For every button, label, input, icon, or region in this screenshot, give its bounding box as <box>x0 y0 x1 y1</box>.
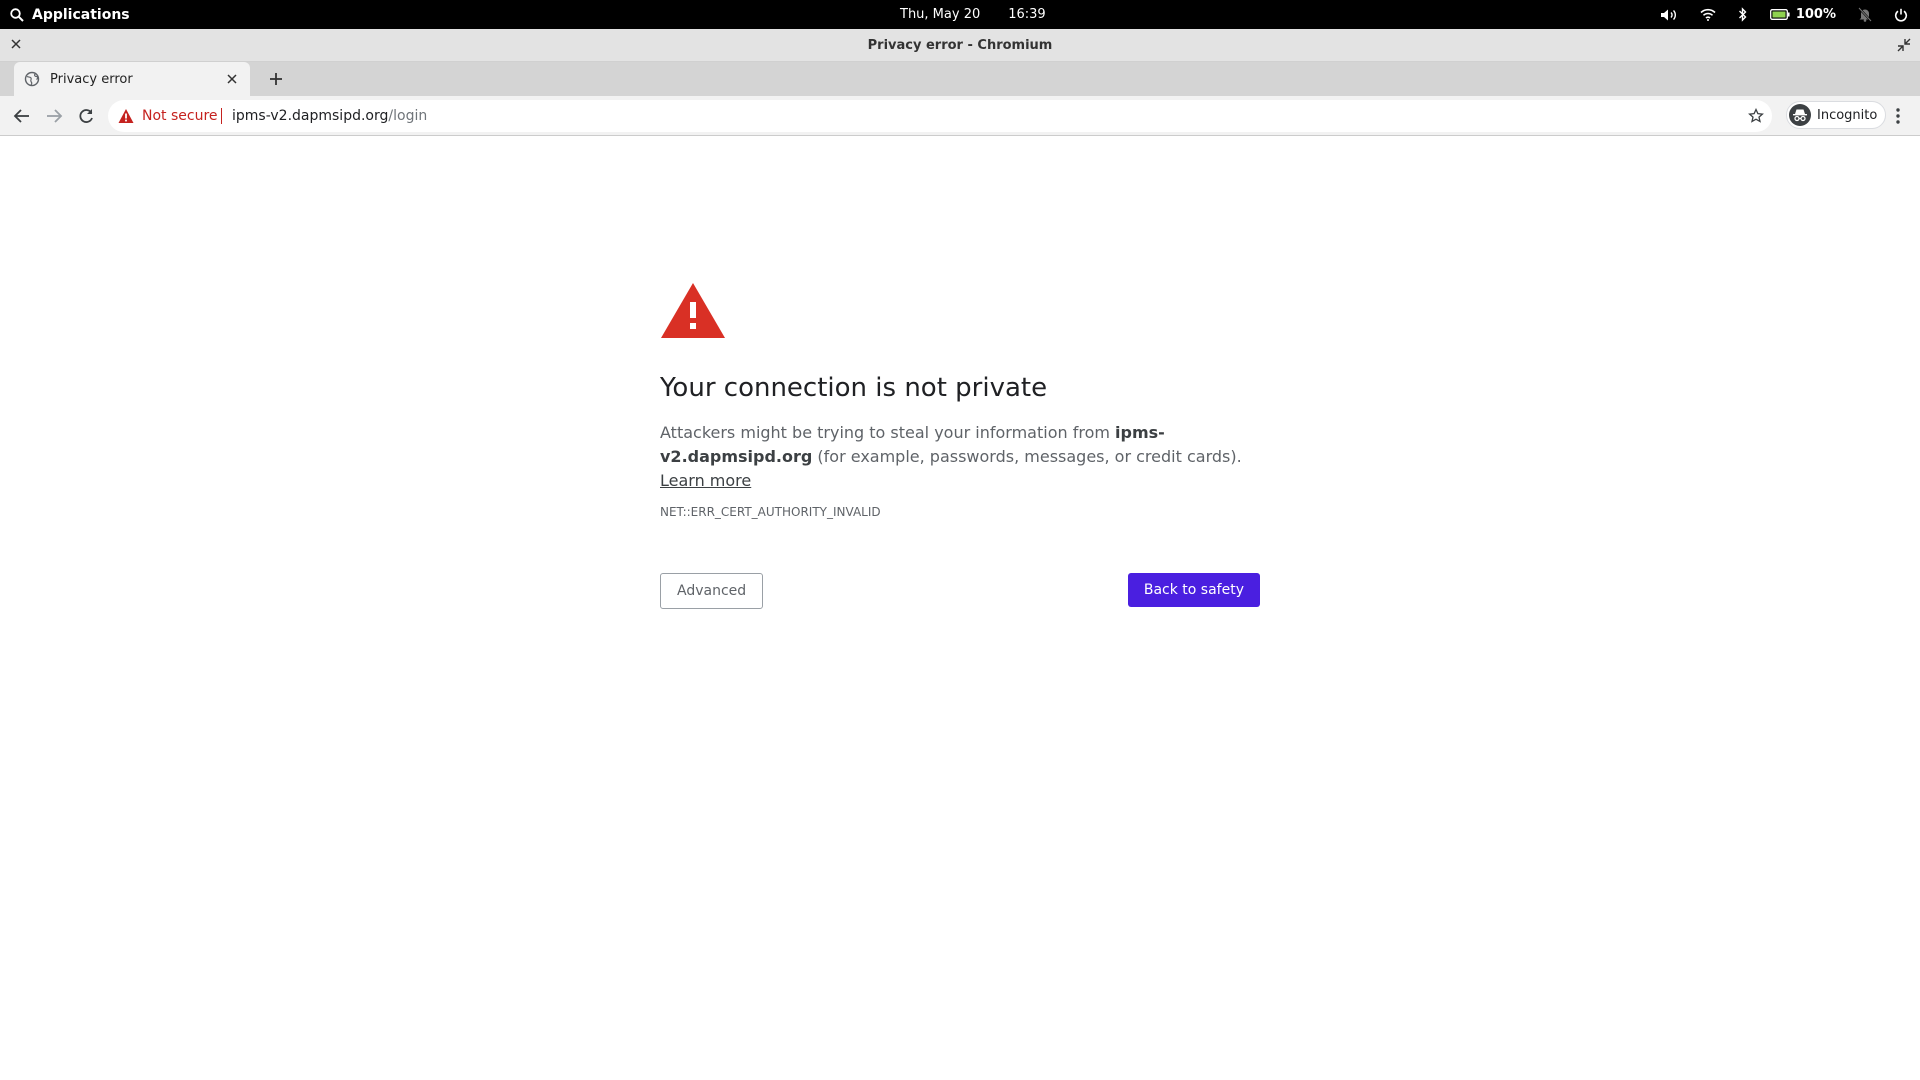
globe-icon <box>24 71 40 87</box>
applications-menu[interactable]: Applications <box>10 0 130 29</box>
back-to-safety-button[interactable]: Back to safety <box>1127 573 1260 607</box>
desc-text-after: (for example, passwords, messages, or cr… <box>812 447 1242 466</box>
bluetooth-icon[interactable] <box>1738 7 1748 22</box>
error-code[interactable]: NET::ERR_CERT_AUTHORITY_INVALID <box>660 505 1260 519</box>
window-title: Privacy error - Chromium <box>867 38 1053 53</box>
forward-arrow-icon[interactable] <box>44 106 64 126</box>
reload-icon[interactable] <box>76 106 96 126</box>
battery-percent: 100% <box>1795 7 1836 22</box>
bookmark-star-icon[interactable] <box>1748 108 1764 124</box>
warning-icon[interactable] <box>118 108 134 124</box>
system-top-panel: Applications Thu, May 20 16:39 100% <box>0 0 1920 29</box>
not-secure-label[interactable]: Not secure <box>142 100 218 132</box>
omnibox-divider <box>221 108 222 124</box>
url-text[interactable]: ipms-v2.dapmsipd.org/login <box>232 100 427 132</box>
battery-indicator[interactable]: 100% <box>1769 7 1836 22</box>
action-buttons: Advanced Back to safety <box>660 573 1260 611</box>
battery-icon <box>1769 9 1790 20</box>
window-restore-button[interactable] <box>1896 37 1912 53</box>
search-icon <box>10 7 24 22</box>
applications-label: Applications <box>32 6 130 23</box>
address-bar[interactable]: Not secure ipms-v2.dapmsipd.org/login <box>108 100 1772 132</box>
incognito-icon <box>1789 104 1811 126</box>
tab-strip: Privacy error <box>0 62 1920 96</box>
learn-more-link[interactable]: Learn more <box>660 471 751 490</box>
power-icon[interactable] <box>1894 8 1908 22</box>
privacy-error-interstitial: Your connection is not private Attackers… <box>660 281 1260 611</box>
advanced-button[interactable]: Advanced <box>660 573 764 609</box>
clock[interactable]: Thu, May 20 16:39 <box>900 0 1046 29</box>
large-warning-icon <box>661 283 725 338</box>
page-content: Your connection is not private Attackers… <box>0 137 1920 1080</box>
tab-title: Privacy error <box>50 71 133 87</box>
more-menu-icon[interactable] <box>1888 106 1908 126</box>
wifi-icon[interactable] <box>1700 8 1716 21</box>
volume-icon[interactable] <box>1660 8 1678 22</box>
date-label: Thu, May 20 <box>900 7 981 22</box>
new-tab-button[interactable] <box>266 69 286 89</box>
time-label: 16:39 <box>1008 7 1046 22</box>
incognito-button[interactable]: Incognito <box>1786 101 1887 129</box>
incognito-label: Incognito <box>1817 107 1878 123</box>
back-arrow-icon[interactable] <box>12 106 32 126</box>
page-title: Your connection is not private <box>660 373 1048 403</box>
notifications-off-icon[interactable] <box>1858 7 1872 22</box>
system-tray: 100% <box>1660 0 1908 29</box>
url-path: /login <box>388 108 428 124</box>
url-host: ipms-v2.dapmsipd.org <box>232 108 389 124</box>
error-description: Attackers might be trying to steal your … <box>660 421 1260 493</box>
tab-close-button[interactable] <box>224 71 240 87</box>
tab-privacy-error[interactable]: Privacy error <box>14 62 250 96</box>
window-titlebar: Privacy error - Chromium <box>0 29 1920 62</box>
browser-toolbar: Not secure ipms-v2.dapmsipd.org/login In… <box>0 96 1920 136</box>
close-icon <box>227 74 237 84</box>
plus-icon <box>270 73 282 85</box>
desc-text-before: Attackers might be trying to steal your … <box>660 423 1116 442</box>
